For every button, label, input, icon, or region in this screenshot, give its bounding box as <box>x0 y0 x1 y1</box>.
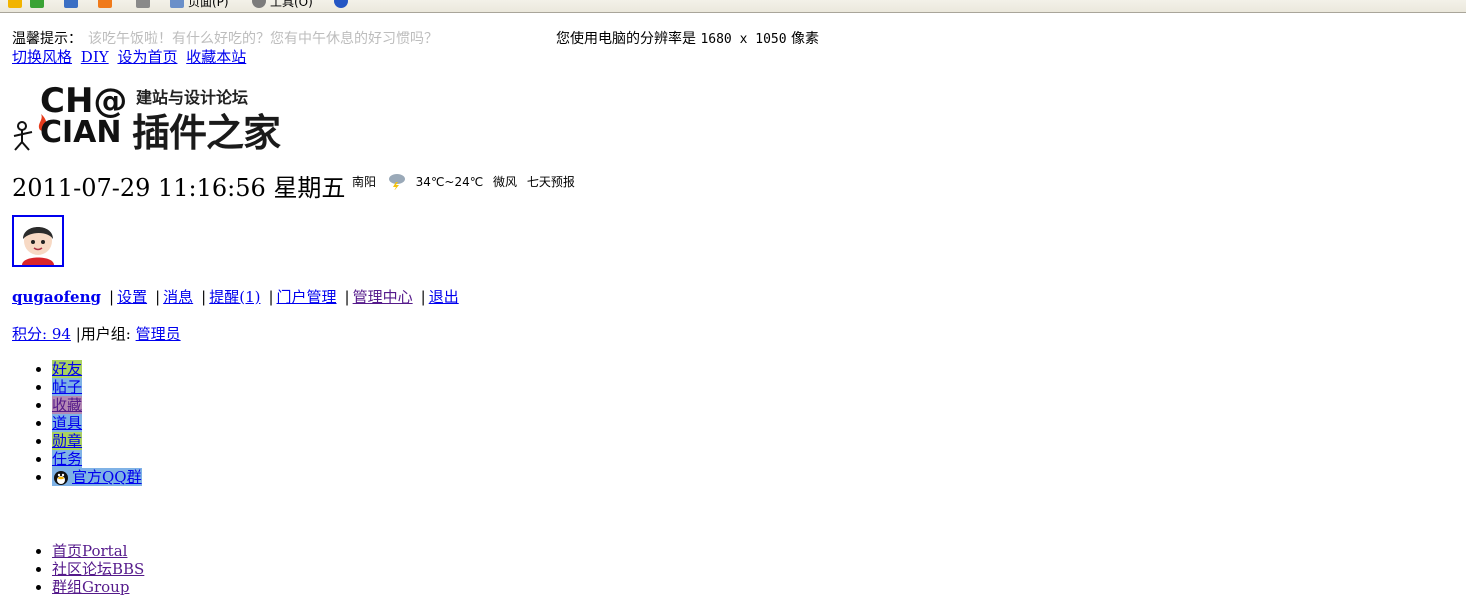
clock-weekday: 星期五 <box>273 174 346 202</box>
page-icon[interactable] <box>170 0 184 8</box>
tip-label: 温馨提示： <box>12 31 82 47</box>
main-nav: 首页Portal 社区论坛BBS 群组Group <box>12 542 144 596</box>
top-links: 切换风格 DIY 设为首页 收藏本站 <box>12 46 250 67</box>
print-icon[interactable] <box>136 0 150 8</box>
tab-favorites[interactable]: 收藏 <box>52 396 83 414</box>
credits-link[interactable]: 积分: 94 <box>12 325 71 343</box>
page-menu[interactable]: 页面(P) <box>188 0 229 10</box>
username-link[interactable]: qugaofeng <box>12 288 101 306</box>
settings-link[interactable]: 设置 <box>117 288 147 306</box>
weather-city: 南阳 <box>352 175 377 189</box>
resolution-value: 1680 x 1050 <box>700 32 787 47</box>
home-icon[interactable] <box>64 0 78 8</box>
weather-forecast-link[interactable]: 七天预报 <box>527 175 575 189</box>
list-item: 道具 <box>52 414 142 432</box>
list-item: 收藏 <box>52 396 142 414</box>
tab-props[interactable]: 道具 <box>52 414 83 432</box>
tab-friends[interactable]: 好友 <box>52 360 83 378</box>
portal-admin-link[interactable]: 门户管理 <box>277 288 337 306</box>
tip-text: 该吃午饭啦！有什么好吃的？您有中午休息的好习惯吗？ <box>88 31 438 47</box>
clock-datetime: 2011-07-29 11:16:56 <box>12 174 266 202</box>
notifications-link[interactable]: 提醒(1) <box>209 288 260 306</box>
weather-wind: 微风 <box>493 175 518 189</box>
rss-feed-icon[interactable] <box>98 0 112 8</box>
avatar[interactable] <box>12 215 64 267</box>
site-logo[interactable]: CH@ CIAN 建站与设计论坛 插件之家 <box>10 81 310 155</box>
list-item: 任务 <box>52 450 142 468</box>
tab-medals[interactable]: 勋章 <box>52 432 83 450</box>
help-icon[interactable] <box>334 0 348 8</box>
weather-widget: 南阳 34℃~24℃ 微风 七天预报 <box>352 172 581 191</box>
logo-letters-top: CH@ <box>40 81 128 121</box>
logo-name: 插件之家 <box>132 111 281 155</box>
list-item: 好友 <box>52 360 142 378</box>
list-item: 勋章 <box>52 432 142 450</box>
favorites-star-icon[interactable] <box>8 0 22 8</box>
user-group-label: 用户组: <box>80 325 136 343</box>
diy-link[interactable]: DIY <box>81 48 109 66</box>
tab-tasks[interactable]: 任务 <box>52 450 83 468</box>
messages-link[interactable]: 消息 <box>163 288 193 306</box>
user-group-link[interactable]: 管理员 <box>136 325 181 343</box>
tab-posts[interactable]: 帖子 <box>52 378 83 396</box>
tab-qq-group-label: 官方QQ群 <box>72 468 142 486</box>
list-item: 社区论坛BBS <box>52 560 144 578</box>
clock: 2011-07-29 11:16:56 星期五 <box>12 168 345 203</box>
user-bar: qugaofeng | 设置 | 消息 | 提醒(1) | 门户管理 | 管理中心 | 退出 <box>12 288 459 306</box>
thunderstorm-icon <box>388 174 405 191</box>
switch-style-link[interactable]: 切换风格 <box>12 48 72 66</box>
nav-portal[interactable]: 首页Portal <box>52 542 127 560</box>
list-item: 首页Portal <box>52 542 144 560</box>
logo-letters-bottom: CIAN <box>40 115 122 150</box>
browser-toolbar: 页面(P) 工具(O) <box>0 0 1466 13</box>
credits-bar: 积分: 94 |用户组: 管理员 <box>12 325 181 343</box>
resolution-suffix: 像素 <box>791 31 819 47</box>
add-favorite-icon[interactable] <box>30 0 44 8</box>
resolution-info: 您使用电脑的分辨率是 1680 x 1050 像素 <box>556 28 819 48</box>
tools-menu[interactable]: 工具(O) <box>270 0 313 10</box>
nav-forum[interactable]: 社区论坛BBS <box>52 560 144 578</box>
gear-icon[interactable] <box>252 0 266 8</box>
tip-bar: 温馨提示： 该吃午饭啦！有什么好吃的？您有中午休息的好习惯吗？ <box>12 28 438 48</box>
admin-center-link[interactable]: 管理中心 <box>353 288 413 306</box>
resolution-prefix: 您使用电脑的分辨率是 <box>556 31 696 47</box>
logout-link[interactable]: 退出 <box>429 288 459 306</box>
set-homepage-link[interactable]: 设为首页 <box>117 48 177 66</box>
qq-penguin-icon <box>54 471 68 485</box>
list-item: 帖子 <box>52 378 142 396</box>
nav-group[interactable]: 群组Group <box>52 578 129 596</box>
tab-qq-group[interactable]: 官方QQ群 <box>52 468 142 486</box>
weather-temperature: 34℃~24℃ <box>415 175 484 189</box>
list-item: 官方QQ群 <box>52 468 142 486</box>
list-item: 群组Group <box>52 578 144 596</box>
user-tabs: 好友 帖子 收藏 道具 勋章 任务 官方QQ群 <box>12 360 142 486</box>
bookmark-site-link[interactable]: 收藏本站 <box>186 48 246 66</box>
boy-avatar-icon <box>14 217 62 265</box>
